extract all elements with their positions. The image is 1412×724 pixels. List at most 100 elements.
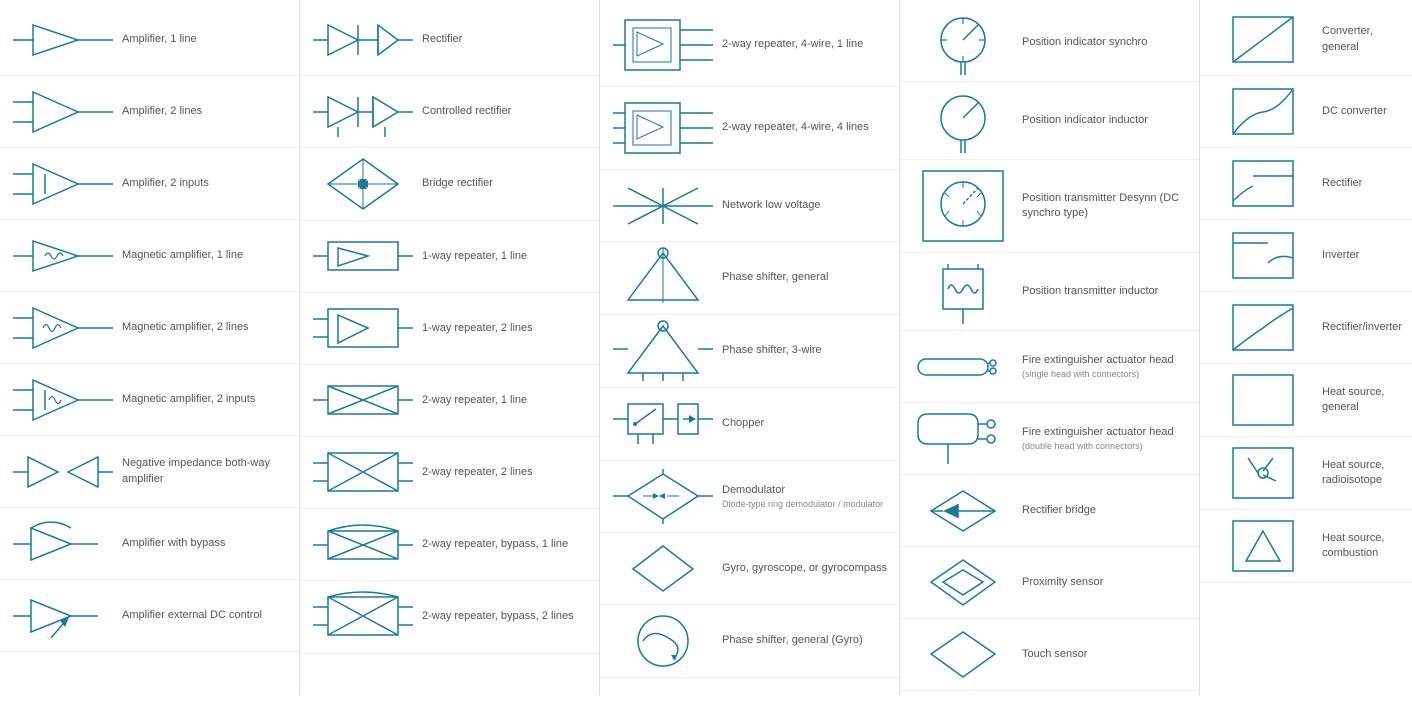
symbol-heatsrcgen — [1208, 370, 1318, 430]
symbol-phaseshiftgyro — [608, 611, 718, 671]
row-fireextdouble: Fire extinguisher actuator head (double … — [900, 403, 1199, 475]
row-ampdc: Amplifier external DC control — [0, 580, 299, 652]
symbol-rep1w1l — [308, 234, 418, 279]
row-rectbridge: Rectifier bridge — [900, 475, 1199, 547]
row-rep2w4w1l: 2-way repeater, 4-wire, 1 line — [600, 4, 899, 87]
label-proxsensor: Proximity sensor — [1018, 575, 1191, 590]
symbol-postransdesynn — [908, 166, 1018, 246]
row-chopper: Chopper — [600, 388, 899, 461]
symbol-dcconv — [1208, 84, 1318, 139]
symbol-rep2w2l — [308, 445, 418, 500]
symbol-heatsrcrad — [1208, 443, 1318, 503]
symbol-postransind — [908, 259, 1018, 324]
row-bridgerect: Bridge rectifier — [300, 148, 599, 221]
symbol-touchsensor — [908, 627, 1018, 682]
label-ampbypass: Amplifier with bypass — [118, 536, 291, 551]
row-magamp1: Magnetic amplifier, 1 line — [0, 220, 299, 292]
row-rep1w1l: 1-way repeater, 1 line — [300, 221, 599, 293]
row-postransind: Position transmitter inductor — [900, 253, 1199, 331]
symbol-rep2w1l — [308, 378, 418, 423]
row-netlowvolt: Network low voltage — [600, 170, 899, 242]
symbol-netlowvolt — [608, 178, 718, 233]
row-magamp2: Magnetic amplifier, 2 lines — [0, 292, 299, 364]
label-heatsrcgen: Heat source, general — [1318, 385, 1412, 416]
symbol-rect2 — [1208, 156, 1318, 211]
symbol-negimpamp — [8, 447, 118, 497]
label-amp1: Amplifier, 1 line — [118, 32, 291, 47]
row-proxsensor: Proximity sensor — [900, 547, 1199, 619]
row-rep2w1l: 2-way repeater, 1 line — [300, 365, 599, 437]
label-gyro: Gyro, gyroscope, or gyrocompass — [718, 561, 891, 576]
row-phaseshiftgen: Phase shifter, general — [600, 242, 899, 315]
symbol-proxsensor — [908, 555, 1018, 610]
row-phaseshift3w: Phase shifter, 3-wire — [600, 315, 899, 388]
label-demod: Demodulator Diode-type ring demodulator … — [718, 483, 891, 511]
label-rep1w1l: 1-way repeater, 1 line — [418, 249, 591, 264]
label-phaseshiftgyro: Phase shifter, general (Gyro) — [718, 633, 891, 648]
symbol-rectbridge — [908, 486, 1018, 536]
row-amp1: Amplifier, 1 line — [0, 4, 299, 76]
row-rect: Rectifier — [300, 4, 599, 76]
label-postransdesynn: Position transmitter Desynn (DC synchro … — [1018, 191, 1191, 222]
label-magamp2: Magnetic amplifier, 2 lines — [118, 320, 291, 335]
symbol-rect — [308, 20, 418, 60]
row-touchsensor: Touch sensor — [900, 619, 1199, 691]
label-inverter: Inverter — [1318, 248, 1412, 263]
label-heatsrcrad: Heat source, radioisotope — [1318, 458, 1412, 489]
label-posindsynchro: Position indicator synchro — [1018, 35, 1191, 50]
symbol-gyro — [608, 541, 718, 596]
row-posindsynchro: Position indicator synchro — [900, 4, 1199, 82]
symbol-heatsrccomb — [1208, 516, 1318, 576]
label-convgen: Converter, general — [1318, 24, 1412, 55]
label-rep2w4w1l: 2-way repeater, 4-wire, 1 line — [718, 37, 891, 52]
symbol-amp2in — [8, 159, 118, 209]
row-rectinv: Rectifier/inverter — [1200, 292, 1412, 364]
label-chopper: Chopper — [718, 416, 891, 431]
label-fireextdouble: Fire extinguisher actuator head (double … — [1018, 425, 1191, 453]
label-phaseshiftgen: Phase shifter, general — [718, 270, 891, 285]
symbol-magamp1 — [8, 236, 118, 276]
row-ampbypass: Amplifier with bypass — [0, 508, 299, 580]
row-rep2wbypass1: 2-way repeater, bypass, 1 line — [300, 509, 599, 581]
label-rep2w4w4l: 2-way repeater, 4-wire, 4 lines — [718, 120, 891, 135]
row-inverter: Inverter — [1200, 220, 1412, 292]
label-contrect: Controlled rectifier — [418, 104, 591, 119]
label-phaseshift3w: Phase shifter, 3-wire — [718, 343, 891, 358]
label-magamp2in: Magnetic amplifier, 2 inputs — [118, 392, 291, 407]
label-rectinv: Rectifier/inverter — [1318, 320, 1412, 335]
symbol-rep2w4w1l — [608, 10, 718, 80]
label-magamp1: Magnetic amplifier, 1 line — [118, 248, 291, 263]
row-heatsrcrad: Heat source, radioisotope — [1200, 437, 1412, 510]
label-negimpamp: Negative impedance both-way amplifier — [118, 456, 291, 487]
label-touchsensor: Touch sensor — [1018, 647, 1191, 662]
column-4: Position indicator synchro Position indi… — [900, 0, 1200, 695]
symbol-demod — [608, 469, 718, 524]
main-grid: Amplifier, 1 line Amplifier, 2 lines — [0, 0, 1412, 695]
row-rect2: Rectifier — [1200, 148, 1412, 220]
symbol-contrect — [308, 87, 418, 137]
label-amp2in: Amplifier, 2 inputs — [118, 176, 291, 191]
symbol-amp2 — [8, 87, 118, 137]
label-rectbridge: Rectifier bridge — [1018, 503, 1191, 518]
symbol-inverter — [1208, 228, 1318, 283]
row-heatsrcgen: Heat source, general — [1200, 364, 1412, 437]
label-heatsrccomb: Heat source, combustion — [1318, 531, 1412, 562]
symbol-fireextdouble — [908, 414, 1018, 464]
row-phaseshiftgyro: Phase shifter, general (Gyro) — [600, 605, 899, 678]
symbol-rectinv — [1208, 300, 1318, 355]
label-rep2wbypass2: 2-way repeater, bypass, 2 lines — [418, 609, 591, 624]
symbol-rep1w2l — [308, 301, 418, 356]
row-amp2in: Amplifier, 2 inputs — [0, 148, 299, 220]
column-1: Amplifier, 1 line Amplifier, 2 lines — [0, 0, 300, 695]
label-postransind: Position transmitter inductor — [1018, 284, 1191, 299]
symbol-magamp2in — [8, 375, 118, 425]
symbol-convgen — [1208, 12, 1318, 67]
row-rep2wbypass2: 2-way repeater, bypass, 2 lines — [300, 581, 599, 654]
row-gyro: Gyro, gyroscope, or gyrocompass — [600, 533, 899, 605]
label-bridgerect: Bridge rectifier — [418, 176, 591, 191]
symbol-magamp2 — [8, 303, 118, 353]
label-ampdc: Amplifier external DC control — [118, 608, 291, 623]
label-netlowvolt: Network low voltage — [718, 198, 891, 213]
row-fireextsingle: Fire extinguisher actuator head (single … — [900, 331, 1199, 403]
symbol-phaseshift3w — [608, 321, 718, 381]
